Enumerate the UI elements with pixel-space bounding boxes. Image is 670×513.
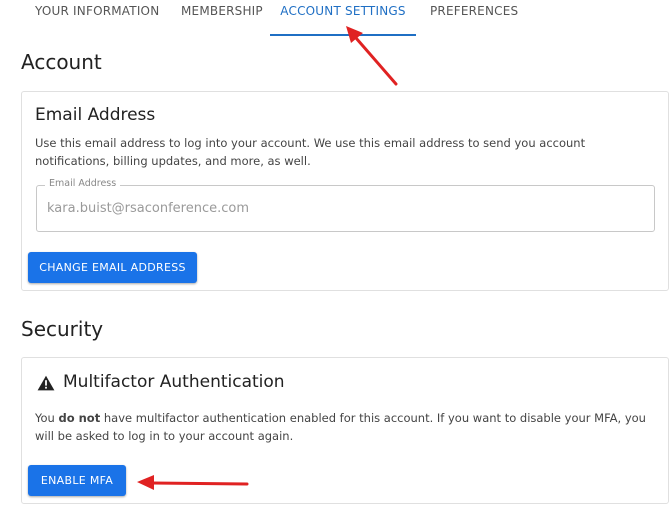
email-address-card: Email Address Use this email address to … [21,91,669,291]
tab-your-information[interactable]: YOUR INFORMATION [35,4,159,34]
tab-membership[interactable]: MEMBERSHIP [181,4,263,34]
mfa-desc-prefix: You [35,411,59,425]
mfa-card-title: Multifactor Authentication [63,372,285,392]
tab-bar: YOUR INFORMATION MEMBERSHIP ACCOUNT SETT… [0,0,670,36]
change-email-address-button[interactable]: CHANGE EMAIL ADDRESS [28,252,197,283]
email-field[interactable]: Email Address [36,178,655,232]
email-input[interactable] [47,186,637,231]
mfa-card: Multifactor Authentication You do not ha… [21,357,669,504]
tab-preferences[interactable]: PREFERENCES [430,4,518,34]
mfa-desc-suffix: have multifactor authentication enabled … [35,411,646,443]
account-settings-page: YOUR INFORMATION MEMBERSHIP ACCOUNT SETT… [0,0,670,513]
security-heading: Security [21,317,104,341]
email-card-description: Use this email address to log into your … [35,136,586,168]
mfa-desc-bold: do not [58,411,101,425]
mfa-card-description: You do not have multifactor authenticati… [35,409,657,445]
tab-account-settings[interactable]: ACCOUNT SETTINGS [270,4,416,36]
email-card-title: Email Address [35,105,156,125]
account-heading: Account [21,50,102,74]
warning-icon [37,375,55,391]
enable-mfa-button[interactable]: ENABLE MFA [28,465,126,496]
